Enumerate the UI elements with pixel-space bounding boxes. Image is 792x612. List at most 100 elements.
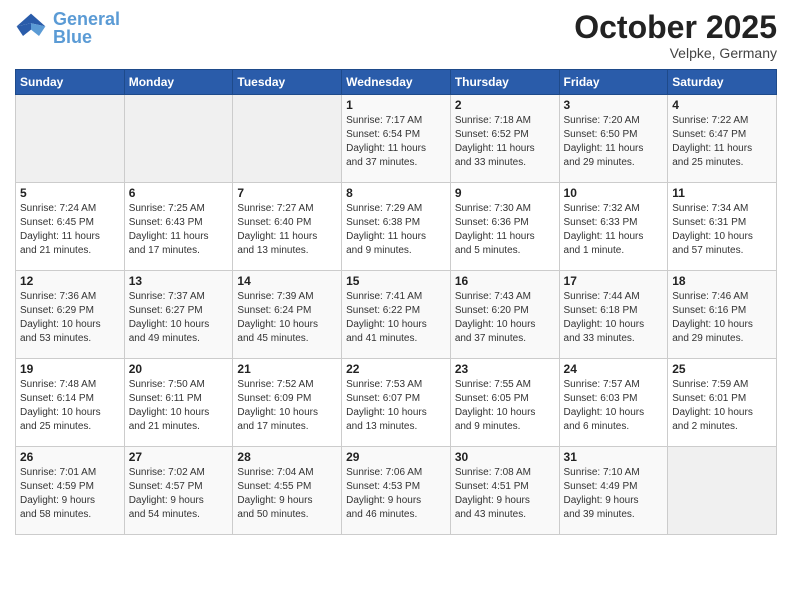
day-info: Sunrise: 7:20 AM Sunset: 6:50 PM Dayligh… xyxy=(564,114,664,170)
page-container: General Blue October 2025 Velpke, German… xyxy=(0,0,792,545)
logo-icon xyxy=(15,12,47,44)
day-number: 8 xyxy=(346,186,446,200)
day-info: Sunrise: 7:57 AM Sunset: 6:03 PM Dayligh… xyxy=(564,378,664,434)
logo-text: General Blue xyxy=(53,10,120,46)
calendar-cell: 9 Sunrise: 7:30 AM Sunset: 6:36 PM Daylig… xyxy=(450,183,559,271)
day-info: Sunrise: 7:01 AM Sunset: 4:59 PM Dayligh… xyxy=(20,466,120,522)
calendar-cell: 16 Sunrise: 7:43 AM Sunset: 6:20 PM Dayli… xyxy=(450,271,559,359)
calendar-cell: 25Sunrise: 7:59 AM Sunset: 6:01 PM Dayli… xyxy=(668,359,777,447)
calendar-week-4: 19 Sunrise: 7:48 AM Sunset: 6:14 PM Dayli… xyxy=(16,359,777,447)
calendar-week-5: 26 Sunrise: 7:01 AM Sunset: 4:59 PM Dayli… xyxy=(16,447,777,535)
day-number: 9 xyxy=(455,186,555,200)
calendar-cell: 12 Sunrise: 7:36 AM Sunset: 6:29 PM Dayli… xyxy=(16,271,125,359)
day-number: 21 xyxy=(237,362,337,376)
day-number: 19 xyxy=(20,362,120,376)
calendar-cell: 4 Sunrise: 7:22 AM Sunset: 6:47 PM Daylig… xyxy=(668,95,777,183)
day-number: 15 xyxy=(346,274,446,288)
day-number: 18 xyxy=(672,274,772,288)
calendar-cell: 20 Sunrise: 7:50 AM Sunset: 6:11 PM Dayli… xyxy=(124,359,233,447)
col-wednesday: Wednesday xyxy=(342,70,451,95)
day-number: 23 xyxy=(455,362,555,376)
calendar-cell: 24Sunrise: 7:57 AM Sunset: 6:03 PM Dayli… xyxy=(559,359,668,447)
logo: General Blue xyxy=(15,10,120,46)
day-info: Sunrise: 7:43 AM Sunset: 6:20 PM Dayligh… xyxy=(455,290,555,346)
calendar-cell: 23 Sunrise: 7:55 AM Sunset: 6:05 PM Dayli… xyxy=(450,359,559,447)
day-number: 6 xyxy=(129,186,229,200)
calendar-cell: 2Sunrise: 7:18 AM Sunset: 6:52 PM Daylig… xyxy=(450,95,559,183)
calendar-body: 1 Sunrise: 7:17 AM Sunset: 6:54 PM Daylig… xyxy=(16,95,777,535)
col-saturday: Saturday xyxy=(668,70,777,95)
day-info: Sunrise: 7:37 AM Sunset: 6:27 PM Dayligh… xyxy=(129,290,229,346)
day-number: 25 xyxy=(672,362,772,376)
day-number: 3 xyxy=(564,98,664,112)
header: General Blue October 2025 Velpke, German… xyxy=(15,10,777,61)
day-info: Sunrise: 7:55 AM Sunset: 6:05 PM Dayligh… xyxy=(455,378,555,434)
logo-general: General xyxy=(53,9,120,29)
calendar-cell: 13 Sunrise: 7:37 AM Sunset: 6:27 PM Dayli… xyxy=(124,271,233,359)
calendar-cell: 21 Sunrise: 7:52 AM Sunset: 6:09 PM Dayli… xyxy=(233,359,342,447)
calendar-cell: 1 Sunrise: 7:17 AM Sunset: 6:54 PM Daylig… xyxy=(342,95,451,183)
day-number: 22 xyxy=(346,362,446,376)
day-info: Sunrise: 7:04 AM Sunset: 4:55 PM Dayligh… xyxy=(237,466,337,522)
day-number: 11 xyxy=(672,186,772,200)
day-info: Sunrise: 7:30 AM Sunset: 6:36 PM Dayligh… xyxy=(455,202,555,258)
calendar-cell: 27Sunrise: 7:02 AM Sunset: 4:57 PM Dayli… xyxy=(124,447,233,535)
day-number: 31 xyxy=(564,450,664,464)
day-info: Sunrise: 7:17 AM Sunset: 6:54 PM Dayligh… xyxy=(346,114,446,170)
title-block: October 2025 Velpke, Germany xyxy=(574,10,777,61)
day-number: 29 xyxy=(346,450,446,464)
day-info: Sunrise: 7:34 AM Sunset: 6:31 PM Dayligh… xyxy=(672,202,772,258)
day-info: Sunrise: 7:52 AM Sunset: 6:09 PM Dayligh… xyxy=(237,378,337,434)
day-info: Sunrise: 7:24 AM Sunset: 6:45 PM Dayligh… xyxy=(20,202,120,258)
calendar-week-3: 12 Sunrise: 7:36 AM Sunset: 6:29 PM Dayli… xyxy=(16,271,777,359)
day-number: 26 xyxy=(20,450,120,464)
day-number: 20 xyxy=(129,362,229,376)
day-info: Sunrise: 7:22 AM Sunset: 6:47 PM Dayligh… xyxy=(672,114,772,170)
day-info: Sunrise: 7:44 AM Sunset: 6:18 PM Dayligh… xyxy=(564,290,664,346)
calendar-cell: 7Sunrise: 7:27 AM Sunset: 6:40 PM Daylig… xyxy=(233,183,342,271)
day-number: 2 xyxy=(455,98,555,112)
calendar-cell: 8Sunrise: 7:29 AM Sunset: 6:38 PM Daylig… xyxy=(342,183,451,271)
calendar-cell: 15Sunrise: 7:41 AM Sunset: 6:22 PM Dayli… xyxy=(342,271,451,359)
day-number: 5 xyxy=(20,186,120,200)
day-info: Sunrise: 7:10 AM Sunset: 4:49 PM Dayligh… xyxy=(564,466,664,522)
calendar-table: Sunday Monday Tuesday Wednesday Thursday… xyxy=(15,69,777,535)
calendar-week-2: 5 Sunrise: 7:24 AM Sunset: 6:45 PM Daylig… xyxy=(16,183,777,271)
day-number: 1 xyxy=(346,98,446,112)
day-info: Sunrise: 7:36 AM Sunset: 6:29 PM Dayligh… xyxy=(20,290,120,346)
calendar-cell: 3 Sunrise: 7:20 AM Sunset: 6:50 PM Daylig… xyxy=(559,95,668,183)
day-number: 4 xyxy=(672,98,772,112)
col-friday: Friday xyxy=(559,70,668,95)
col-thursday: Thursday xyxy=(450,70,559,95)
day-info: Sunrise: 7:06 AM Sunset: 4:53 PM Dayligh… xyxy=(346,466,446,522)
day-number: 10 xyxy=(564,186,664,200)
day-info: Sunrise: 7:08 AM Sunset: 4:51 PM Dayligh… xyxy=(455,466,555,522)
calendar-cell xyxy=(233,95,342,183)
day-info: Sunrise: 7:32 AM Sunset: 6:33 PM Dayligh… xyxy=(564,202,664,258)
calendar-cell: 17Sunrise: 7:44 AM Sunset: 6:18 PM Dayli… xyxy=(559,271,668,359)
col-tuesday: Tuesday xyxy=(233,70,342,95)
calendar-cell: 18Sunrise: 7:46 AM Sunset: 6:16 PM Dayli… xyxy=(668,271,777,359)
day-info: Sunrise: 7:02 AM Sunset: 4:57 PM Dayligh… xyxy=(129,466,229,522)
calendar-cell xyxy=(124,95,233,183)
day-info: Sunrise: 7:50 AM Sunset: 6:11 PM Dayligh… xyxy=(129,378,229,434)
calendar-cell xyxy=(668,447,777,535)
day-info: Sunrise: 7:53 AM Sunset: 6:07 PM Dayligh… xyxy=(346,378,446,434)
calendar-cell: 19 Sunrise: 7:48 AM Sunset: 6:14 PM Dayli… xyxy=(16,359,125,447)
calendar-cell: 28 Sunrise: 7:04 AM Sunset: 4:55 PM Dayli… xyxy=(233,447,342,535)
day-number: 28 xyxy=(237,450,337,464)
day-number: 7 xyxy=(237,186,337,200)
calendar-week-1: 1 Sunrise: 7:17 AM Sunset: 6:54 PM Daylig… xyxy=(16,95,777,183)
calendar-cell: 29 Sunrise: 7:06 AM Sunset: 4:53 PM Dayli… xyxy=(342,447,451,535)
day-number: 12 xyxy=(20,274,120,288)
day-info: Sunrise: 7:39 AM Sunset: 6:24 PM Dayligh… xyxy=(237,290,337,346)
calendar-cell: 22 Sunrise: 7:53 AM Sunset: 6:07 PM Dayli… xyxy=(342,359,451,447)
calendar-cell: 5 Sunrise: 7:24 AM Sunset: 6:45 PM Daylig… xyxy=(16,183,125,271)
calendar-cell: 11 Sunrise: 7:34 AM Sunset: 6:31 PM Dayli… xyxy=(668,183,777,271)
day-number: 16 xyxy=(455,274,555,288)
calendar-cell: 31 Sunrise: 7:10 AM Sunset: 4:49 PM Dayli… xyxy=(559,447,668,535)
day-info: Sunrise: 7:48 AM Sunset: 6:14 PM Dayligh… xyxy=(20,378,120,434)
location: Velpke, Germany xyxy=(574,45,777,61)
calendar-cell: 14Sunrise: 7:39 AM Sunset: 6:24 PM Dayli… xyxy=(233,271,342,359)
day-number: 13 xyxy=(129,274,229,288)
